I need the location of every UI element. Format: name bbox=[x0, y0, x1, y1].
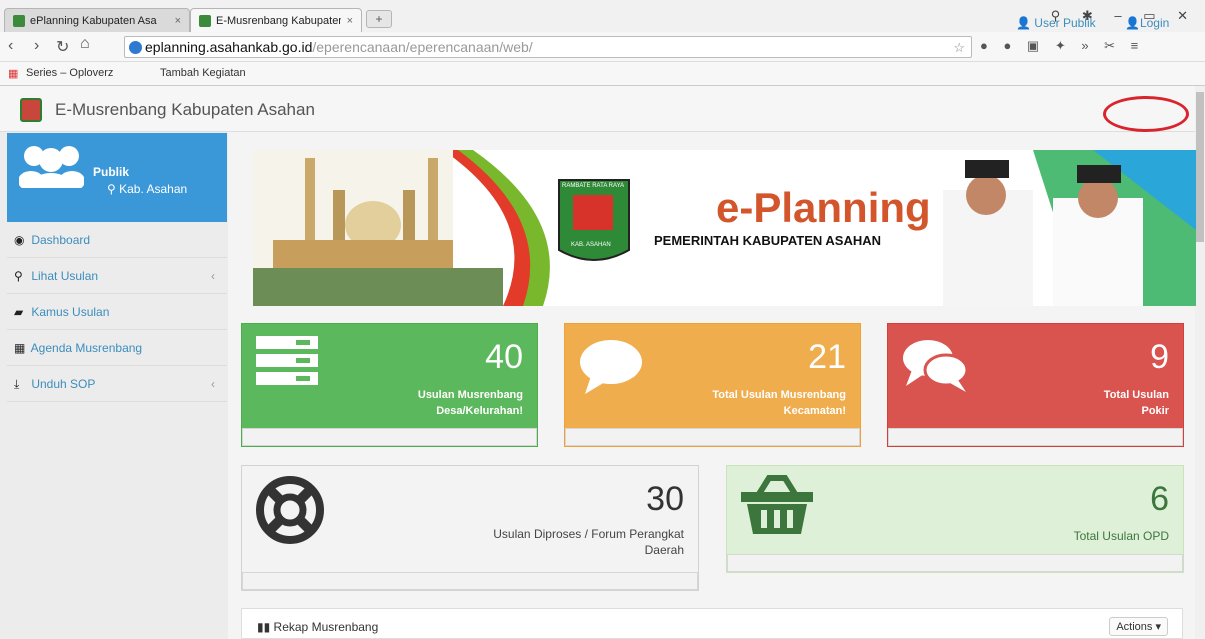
chevron-left-icon: ‹ bbox=[211, 269, 215, 283]
user-location: ⚲ Kab. Asahan bbox=[107, 182, 188, 196]
app-header: E-Musrenbang Kabupaten Asahan bbox=[0, 86, 1195, 132]
stat-label: Usulan Musrenbang Desa/Kelurahan! bbox=[417, 389, 523, 417]
scrollbar-thumb[interactable] bbox=[1196, 92, 1204, 242]
favicon-icon bbox=[13, 14, 25, 27]
seal-text-top: RAMBATE RATA RAYA bbox=[562, 183, 624, 189]
stat-value: 30 bbox=[646, 480, 684, 518]
shopping-basket-icon bbox=[741, 475, 813, 534]
user-name: Publik bbox=[93, 165, 130, 179]
logo-icon bbox=[20, 98, 42, 122]
comments-icon bbox=[903, 340, 969, 392]
search-icon: ⚲ bbox=[14, 269, 23, 283]
sidebar-item-unduh-sop[interactable]: ⤓ Unduh SOP ‹ bbox=[7, 366, 227, 402]
calendar-icon: ▦ bbox=[14, 341, 26, 355]
back-icon[interactable]: ‹ bbox=[8, 37, 13, 55]
actions-dropdown[interactable]: Actions ▾ bbox=[1109, 617, 1168, 636]
stat-value: 9 bbox=[1150, 338, 1169, 376]
apps-icon[interactable]: ▦ bbox=[8, 67, 18, 80]
page-title: E-Musrenbang Kabupaten Asahan bbox=[55, 100, 315, 119]
bookmark-star-icon[interactable]: ☆ bbox=[953, 38, 965, 58]
new-tab-button[interactable]: + bbox=[366, 10, 392, 28]
stat-value: 21 bbox=[808, 338, 846, 376]
bookmarks-bar: ▦ Series – Oploverz Tambah Kegiatan bbox=[0, 62, 1205, 86]
stat-footer[interactable] bbox=[242, 572, 698, 590]
stat-footer[interactable] bbox=[727, 554, 1183, 572]
seal-text-bottom: KAB. ASAHAN bbox=[571, 242, 611, 248]
server-icon bbox=[256, 336, 318, 385]
sidebar-item-lihat-usulan[interactable]: ⚲ Lihat Usulan ‹ bbox=[7, 258, 227, 294]
stat-box-diproses[interactable]: 30 Usulan Diproses / Forum Perangkat Daer… bbox=[241, 465, 699, 591]
user-icon: 👤 bbox=[1125, 16, 1140, 30]
home-icon[interactable]: ⌂ bbox=[80, 35, 90, 53]
browser-tab[interactable]: ePlanning Kabupaten Asa × bbox=[4, 8, 190, 32]
banner-title: e-Planning bbox=[716, 184, 931, 231]
stat-label: Usulan Diproses / Forum Perangkat Daerah bbox=[493, 527, 684, 557]
stat-label: Total Usulan Musrenbang Kecamatan! bbox=[712, 389, 846, 417]
scrollbar[interactable] bbox=[1195, 86, 1205, 639]
user-panel: Publik ⚲ Kab. Asahan bbox=[7, 133, 227, 222]
comment-icon bbox=[580, 340, 642, 394]
bookmark-item[interactable]: Series – Oploverz bbox=[26, 67, 113, 79]
close-tab-icon[interactable]: × bbox=[347, 15, 353, 27]
reload-icon[interactable]: ↻ bbox=[56, 37, 69, 57]
close-tab-icon[interactable]: × bbox=[175, 15, 181, 27]
download-icon: ⤓ bbox=[14, 377, 20, 391]
sidebar-item-kamus-usulan[interactable]: ▰ Kamus Usulan bbox=[7, 294, 227, 330]
stat-label: Total Usulan Pokir bbox=[1103, 389, 1169, 417]
stat-value: 6 bbox=[1150, 480, 1169, 518]
forward-icon[interactable]: › bbox=[34, 37, 39, 55]
sidebar-item-dashboard[interactable]: ◉ Dashboard bbox=[7, 222, 227, 258]
browser-tab-active[interactable]: E-Musrenbang Kabupaten × bbox=[190, 8, 362, 32]
banner-image: RAMBATE RATA RAYA KAB. ASAHAN e-Planning… bbox=[253, 150, 1196, 306]
banner-subtitle: PEMERINTAH KABUPATEN ASAHAN bbox=[654, 233, 881, 248]
panel-title: ▮▮ Rekap Musrenbang bbox=[257, 620, 379, 634]
favicon-icon bbox=[199, 14, 211, 27]
stat-label: Total Usulan OPD bbox=[1073, 529, 1169, 543]
book-icon: ▰ bbox=[14, 305, 24, 319]
map-marker-icon: ⚲ bbox=[107, 182, 120, 196]
stat-value: 40 bbox=[485, 338, 523, 376]
sidebar-item-agenda[interactable]: ▦ Agenda Musrenbang bbox=[7, 330, 227, 366]
sidebar: Publik ⚲ Kab. Asahan ◉ Dashboard ⚲ Lihat… bbox=[0, 132, 228, 639]
highlight-circle bbox=[1103, 96, 1189, 132]
banner: RAMBATE RATA RAYA KAB. ASAHAN e-Planning… bbox=[253, 150, 1196, 306]
address-bar[interactable]: eplanning.asahankab.go.id/eperencanaan/e… bbox=[124, 36, 972, 58]
stat-box-opd[interactable]: 6 Total Usulan OPD bbox=[726, 465, 1184, 573]
secure-icon bbox=[129, 41, 142, 54]
chevron-left-icon: ‹ bbox=[211, 377, 215, 391]
life-ring-icon bbox=[256, 476, 324, 544]
rekap-panel: ▮▮ Rekap Musrenbang Actions ▾ bbox=[241, 608, 1183, 639]
users-icon bbox=[19, 146, 84, 188]
bar-chart-icon: ▮▮ bbox=[257, 620, 274, 634]
user-publik-link[interactable]: 👤 User Publik bbox=[1016, 16, 1096, 30]
extensions-icon[interactable]: ● ● ▣ ✦ » ✂ ≡ bbox=[980, 38, 1144, 54]
login-link[interactable]: 👤Login bbox=[1125, 16, 1169, 30]
dashboard-icon: ◉ bbox=[14, 233, 25, 247]
stat-footer[interactable] bbox=[242, 428, 537, 446]
stat-box-pokir[interactable]: 9 Total Usulan Pokir bbox=[887, 323, 1184, 447]
bookmark-item[interactable]: Tambah Kegiatan bbox=[160, 67, 246, 79]
user-icon: 👤 bbox=[1016, 16, 1035, 30]
stat-footer[interactable] bbox=[888, 428, 1183, 446]
stat-box-desa[interactable]: 40 Usulan Musrenbang Desa/Kelurahan! bbox=[241, 323, 538, 447]
stat-footer[interactable] bbox=[565, 428, 860, 446]
browser-toolbar: ‹ › ↻ ⌂ eplanning.asahankab.go.id/eperen… bbox=[0, 32, 1205, 62]
stat-box-kecamatan[interactable]: 21 Total Usulan Musrenbang Kecamatan! bbox=[564, 323, 861, 447]
